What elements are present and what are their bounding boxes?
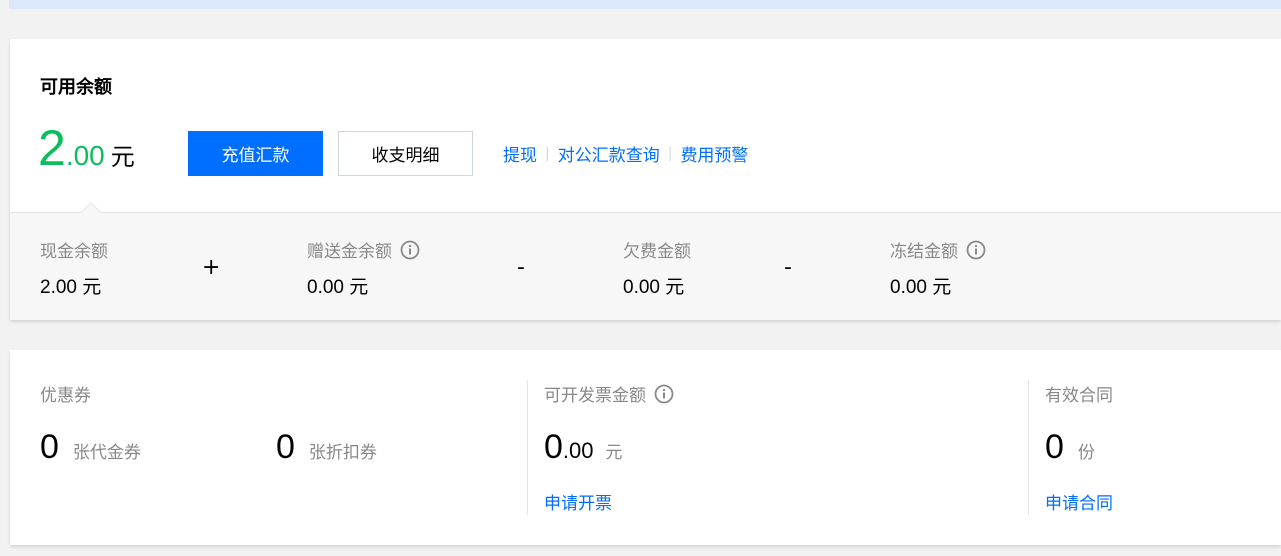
gift-balance: 赠送金余额 0.00 元: [307, 237, 420, 299]
details-button[interactable]: 收支明细: [338, 131, 473, 176]
balance-amount: 2 .00 元: [38, 123, 135, 173]
arrears-amount-value: 0.00 元: [623, 276, 685, 298]
contracts-section: 有效合同: [1045, 381, 1113, 406]
voucher-count-value: 0: [40, 428, 59, 466]
frozen-amount: 冻结金额 0.00 元: [890, 237, 986, 299]
balance-unit: 元: [110, 143, 135, 171]
balance-links: 提现 | 对公汇款查询 | 费用预警: [503, 141, 748, 167]
link-separator: |: [545, 145, 550, 162]
plus-operator: +: [202, 255, 221, 280]
minus-operator: -: [517, 255, 525, 280]
frozen-amount-label: 冻结金额: [890, 237, 986, 262]
cash-balance: 现金余额 2.00 元: [40, 237, 108, 299]
divider: [1028, 380, 1029, 515]
contracts-label: 有效合同: [1045, 386, 1113, 406]
info-icon[interactable]: [654, 384, 674, 404]
arrears-amount-label: 欠费金额: [623, 242, 691, 262]
contract-count-value: 0: [1045, 428, 1064, 466]
caret-pointer: [81, 202, 101, 222]
balance-breakdown: 现金余额 2.00 元 + 赠送金余额 0.00 元 - 欠费金额 0.00 元…: [10, 202, 1281, 320]
coupons-label: 优惠券: [40, 386, 91, 406]
invoice-section: 可开发票金额: [544, 381, 674, 406]
invoice-amount-dec: .00: [562, 438, 594, 463]
cash-balance-label: 现金余额: [40, 242, 108, 262]
corporate-transfer-query-link[interactable]: 对公汇款查询: [558, 141, 660, 166]
contract-count: 0 份: [1045, 428, 1095, 467]
gift-balance-label: 赠送金余额: [307, 237, 420, 262]
balance-amount-int: 2: [38, 120, 66, 176]
coupons-section: 优惠券: [40, 381, 91, 406]
apply-contract-link[interactable]: 申请合同: [1045, 489, 1113, 514]
invoice-amount-int: 0: [544, 428, 563, 466]
recharge-button[interactable]: 充值汇款: [188, 131, 323, 176]
discount-count-unit: 张折扣券: [308, 443, 377, 463]
summary-card: 优惠券 0 张代金券 0 张折扣券 可开发票金额 0 .00 元 申请开票 有效…: [10, 350, 1281, 545]
gift-balance-value: 0.00 元: [307, 276, 369, 298]
apply-invoice-link[interactable]: 申请开票: [544, 489, 612, 514]
voucher-count: 0 张代金券: [40, 428, 141, 467]
info-icon[interactable]: [966, 240, 986, 260]
link-separator: |: [667, 145, 673, 162]
notice-bar: [9, 0, 1281, 9]
invoice-label: 可开发票金额: [544, 381, 674, 406]
info-icon[interactable]: [400, 240, 420, 260]
discount-count-value: 0: [276, 428, 295, 466]
balance-card: 可用余额 2 .00 元 充值汇款 收支明细 提现 | 对公汇款查询 | 费用预…: [10, 39, 1281, 320]
balance-title: 可用余额: [40, 77, 112, 98]
arrears-amount: 欠费金额 0.00 元: [623, 237, 691, 299]
frozen-amount-value: 0.00 元: [890, 276, 952, 298]
cash-balance-value: 2.00 元: [40, 276, 102, 298]
invoice-amount: 0 .00 元: [544, 428, 623, 467]
balance-amount-dec: .00: [65, 140, 105, 171]
invoice-amount-unit: 元: [605, 443, 623, 463]
discount-count: 0 张折扣券: [276, 428, 377, 467]
voucher-count-unit: 张代金券: [72, 443, 141, 463]
withdraw-link[interactable]: 提现: [503, 141, 537, 166]
cost-alert-link[interactable]: 费用预警: [680, 141, 748, 166]
minus-operator: -: [784, 255, 792, 280]
contract-count-unit: 份: [1077, 443, 1095, 463]
divider: [527, 380, 528, 515]
